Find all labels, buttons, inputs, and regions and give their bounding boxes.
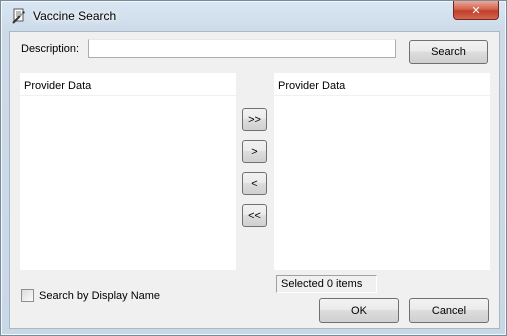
remove-selected-button[interactable]: < [242,172,267,195]
selected-count-status: Selected 0 items [276,275,377,293]
close-icon: ✕ [471,3,481,17]
window-title: Vaccine Search [33,9,117,23]
ok-button[interactable]: OK [319,298,399,323]
cancel-button[interactable]: Cancel [409,298,489,323]
syringe-document-icon [11,8,27,24]
title-bar[interactable]: Vaccine Search ✕ [1,1,506,31]
add-all-button[interactable]: >> [242,108,267,131]
selected-provider-list[interactable]: Provider Data [274,73,490,270]
search-button[interactable]: Search [409,40,488,64]
available-list-body[interactable] [20,95,236,271]
selected-list-header: Provider Data [278,80,346,92]
available-provider-list[interactable]: Provider Data [20,73,236,270]
vaccine-search-window: Vaccine Search ✕ Description: Search Pro… [0,0,507,336]
available-list-header: Provider Data [24,80,92,92]
remove-all-button[interactable]: << [242,204,267,227]
add-selected-button[interactable]: > [242,140,267,163]
close-button[interactable]: ✕ [453,1,499,20]
description-label: Description: [21,43,80,55]
dialog-content: Description: Search Provider Data >> > <… [9,31,500,329]
search-by-display-name-label: Search by Display Name [39,290,161,302]
description-input[interactable] [88,39,396,58]
selected-list-body[interactable] [274,95,490,271]
search-by-display-name-checkbox[interactable] [21,289,34,302]
